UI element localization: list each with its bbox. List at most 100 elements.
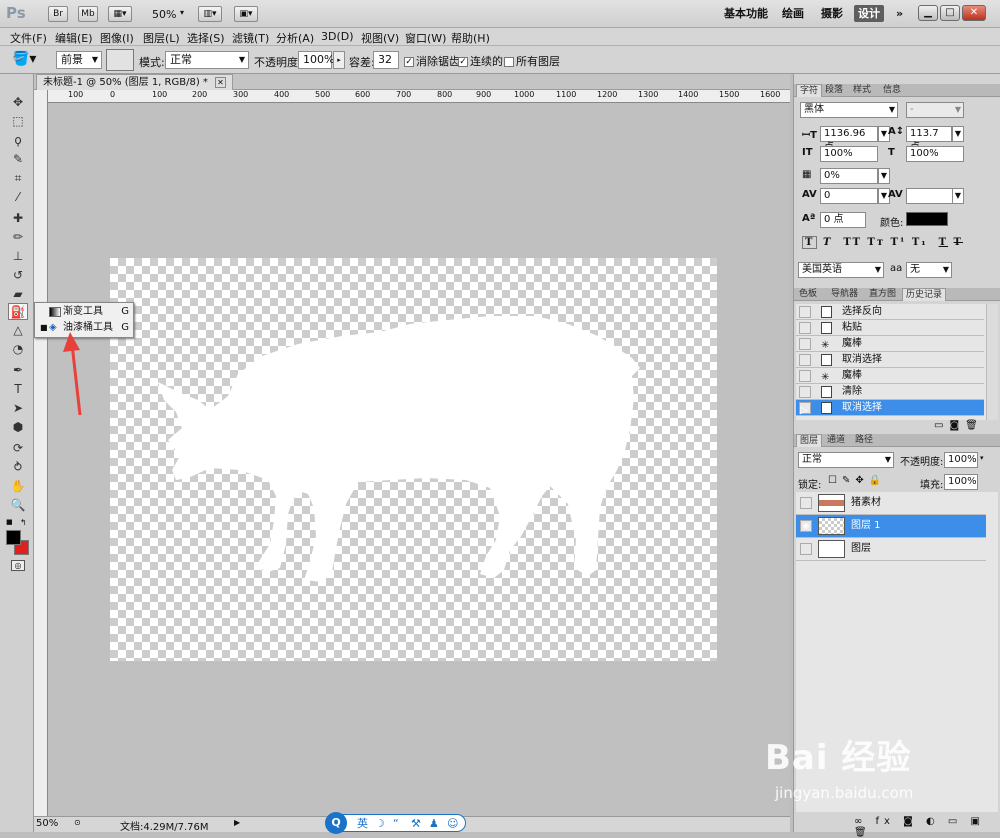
history-source-checkbox[interactable] (799, 338, 811, 350)
antialias-checkbox[interactable]: ✓ 消除锯齿 (404, 53, 460, 69)
tolerance-input[interactable]: 32 (373, 51, 399, 69)
3d-rotate-tool-icon[interactable]: ⟳ (8, 440, 28, 457)
chevron-down-icon[interactable]: ▼ (952, 188, 964, 204)
fill-source-select[interactable]: 前景 ▼ (56, 51, 102, 69)
mode-select[interactable]: 正常 ▼ (165, 51, 249, 69)
tab-layers[interactable]: 图层 (796, 434, 823, 447)
ime-punct-icon[interactable]: “ (393, 816, 399, 832)
screen-mode-button[interactable]: ▣▾ (234, 6, 258, 22)
history-scrollbar[interactable] (986, 304, 998, 420)
path-selection-tool-icon[interactable]: ➤ (8, 400, 28, 417)
text-style-buttons[interactable]: T T TT Tт T¹ T₁ T T (802, 236, 982, 253)
minimize-icon[interactable]: ▁ (918, 5, 938, 21)
lasso-tool-icon[interactable]: ϙ (8, 132, 28, 149)
view-extras-button[interactable]: ▦▾ (108, 6, 132, 22)
history-brush-tool-icon[interactable]: ↺ (8, 267, 28, 284)
quick-mask-icon[interactable]: ◎ (11, 560, 25, 571)
tsume-input[interactable]: 0% (820, 168, 878, 184)
layer-row[interactable]: 图层 (796, 538, 986, 561)
history-item[interactable]: 取消选择 (796, 352, 984, 368)
3d-orbit-tool-icon[interactable]: ⥁ (8, 459, 28, 476)
visibility-toggle[interactable] (800, 497, 812, 509)
close-icon[interactable]: ✕ (962, 5, 986, 21)
bridge-button[interactable]: Br (48, 6, 68, 22)
layers-footer-icons[interactable]: ∞ fx ◙ ◐ ▭ ▣ 🗑 (854, 816, 1000, 838)
healing-brush-tool-icon[interactable]: ✚ (8, 210, 28, 227)
ime-skin-icon[interactable]: ♟ (429, 816, 439, 832)
zoom-tool-icon[interactable]: 🔍 (8, 497, 28, 514)
pattern-picker[interactable] (106, 49, 134, 71)
ime-language[interactable]: 英 (357, 816, 368, 832)
zoom-level[interactable]: 50% (152, 8, 176, 21)
ime-smile-icon[interactable]: ☺ (447, 816, 458, 832)
tab-swatches[interactable]: 色板 (796, 288, 820, 301)
language-select[interactable]: 美国英语 ▼ (798, 262, 884, 278)
vertical-scale-input[interactable]: 100% (820, 146, 878, 162)
strikethrough-icon[interactable]: T (954, 237, 963, 248)
lock-icons[interactable]: ☐✎✥🔒 (828, 475, 886, 486)
superscript-icon[interactable]: T¹ (891, 237, 907, 248)
type-tool-icon[interactable]: T (8, 381, 28, 398)
layer-opacity-input[interactable]: 100% (944, 452, 978, 468)
history-footer-icons[interactable]: ▭◙🗑 (934, 420, 984, 431)
document-tab[interactable]: 未标题-1 @ 50% (图层 1, RGB/8) * ✕ (36, 74, 233, 90)
document-canvas[interactable] (110, 258, 717, 661)
brush-tool-icon[interactable]: ✏ (8, 229, 28, 246)
workspace-design[interactable]: 设计 (854, 5, 884, 22)
status-menu-icon[interactable]: ▶ (234, 818, 240, 827)
workspace-photography[interactable]: 摄影 (817, 5, 847, 22)
all-layers-checkbox[interactable]: 所有图层 (504, 53, 560, 69)
subscript-icon[interactable]: T₁ (912, 237, 928, 248)
history-item[interactable]: ✳ 魔棒 (796, 368, 984, 384)
menu-filter[interactable]: 滤镜(T) (232, 30, 269, 46)
marquee-tool-icon[interactable]: ⬚ (8, 113, 28, 130)
kerning-input[interactable]: 0 (820, 188, 878, 204)
shape-tool-icon[interactable]: ⬢ (8, 419, 28, 436)
chevron-down-icon[interactable]: ▼ (952, 126, 964, 142)
history-source-checkbox[interactable] (799, 322, 811, 334)
tab-paragraph[interactable]: 段落 (822, 84, 846, 97)
opacity-input[interactable]: 100% (298, 51, 334, 69)
font-style-select[interactable]: - ▼ (906, 102, 964, 118)
tab-info[interactable]: 信息 (880, 84, 904, 97)
layer-row[interactable]: 猪素材 (796, 492, 986, 515)
status-zoom[interactable]: 50% (36, 818, 58, 829)
move-tool-icon[interactable]: ✥ (8, 94, 28, 111)
history-source-checkbox[interactable] (799, 370, 811, 382)
text-color-swatch[interactable] (906, 212, 948, 226)
close-tab-icon[interactable]: ✕ (215, 77, 226, 88)
chevron-down-icon[interactable]: ▼ (878, 168, 890, 184)
history-item[interactable]: ✳ 魔棒 (796, 336, 984, 352)
history-source-checkbox[interactable] (799, 386, 811, 398)
menu-help[interactable]: 帮助(H) (451, 30, 490, 46)
blur-tool-icon[interactable]: △ (8, 322, 28, 339)
mini-bridge-button[interactable]: Mb (78, 6, 98, 22)
hand-tool-icon[interactable]: ✋ (8, 478, 28, 495)
history-source-checkbox[interactable] (799, 354, 811, 366)
tab-channels[interactable]: 通道 (824, 434, 848, 447)
menu-view[interactable]: 视图(V) (361, 30, 399, 46)
canvas-area[interactable] (48, 103, 790, 816)
menu-layer[interactable]: 图层(L) (143, 30, 180, 46)
clone-stamp-tool-icon[interactable]: ⊥ (8, 248, 28, 265)
tab-history[interactable]: 历史记录 (902, 288, 947, 301)
font-size-input[interactable]: 1136.96 点 (820, 126, 878, 153)
zoom-dropdown-icon[interactable]: ▾ (180, 8, 184, 17)
workspace-essentials[interactable]: 基本功能 (720, 5, 772, 22)
leading-input[interactable]: 113.7 点 (906, 126, 952, 153)
history-source-checkbox[interactable] (799, 306, 811, 318)
maximize-icon[interactable]: □ (940, 5, 960, 21)
swap-colors-icon[interactable]: ↰ (20, 518, 27, 527)
baseline-shift-input[interactable]: 0 点 (820, 212, 866, 228)
small-caps-icon[interactable]: Tт (867, 237, 885, 248)
tab-navigator[interactable]: 导航器 (828, 288, 861, 301)
history-state-marker-icon[interactable]: ▷ (799, 402, 811, 416)
eyedropper-tool-icon[interactable]: ⁄ (8, 189, 28, 206)
menu-analysis[interactable]: 分析(A) (276, 30, 314, 46)
more-workspaces-icon[interactable]: » (892, 5, 907, 22)
menu-3d[interactable]: 3D(D) (321, 30, 354, 43)
tab-histogram[interactable]: 直方图 (866, 288, 899, 301)
quick-selection-tool-icon[interactable]: ✎ (8, 151, 28, 168)
paint-bucket-preset-icon[interactable]: 🪣▾ (12, 51, 36, 67)
antialias-select[interactable]: 无 ▼ (906, 262, 952, 278)
